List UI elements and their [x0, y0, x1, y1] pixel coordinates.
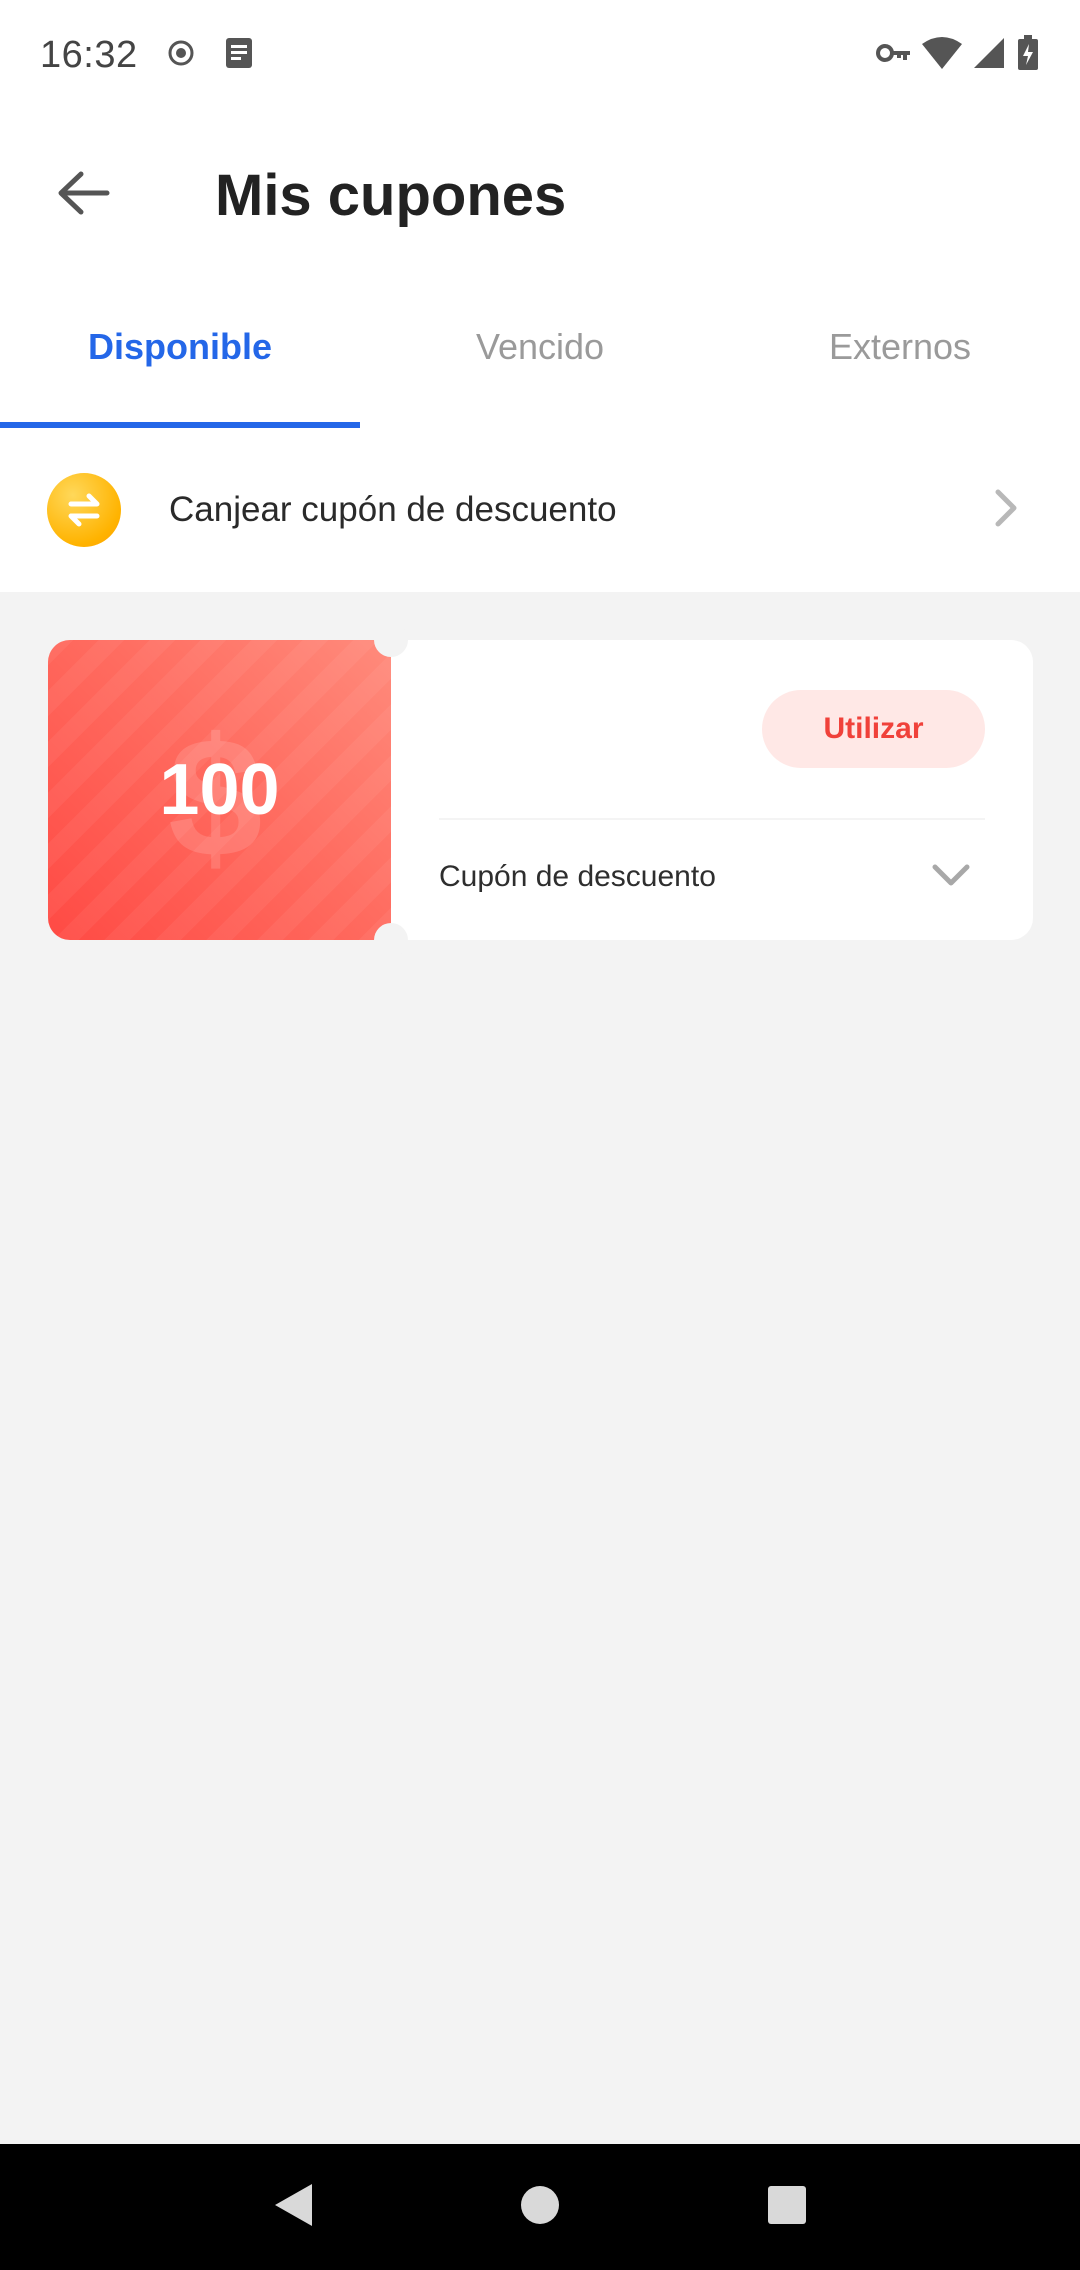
back-triangle-icon — [272, 2182, 314, 2233]
vpn-key-icon — [876, 41, 912, 70]
notes-icon — [224, 37, 254, 74]
coupon-divider — [439, 818, 985, 820]
chevron-right-icon — [994, 488, 1018, 533]
status-time: 16:32 — [40, 33, 138, 76]
status-bar: 16:32 — [0, 0, 1080, 110]
app-header: Mis cupones — [0, 110, 1080, 280]
record-icon — [166, 38, 196, 73]
coupon-notch-bottom — [374, 923, 408, 957]
nav-back-button[interactable] — [248, 2162, 338, 2252]
tab-label: Externos — [828, 326, 972, 367]
tab-label: Vencido — [475, 326, 605, 367]
coupon-details-panel: Utilizar Cupón de descuento — [391, 640, 1033, 940]
back-button[interactable] — [23, 135, 143, 255]
coupon-type-label: Cupón de descuento — [439, 860, 716, 893]
chevron-down-icon[interactable] — [931, 862, 971, 893]
coupon-value-panel: $ 100 — [48, 640, 391, 940]
tab-vencido[interactable]: Vencido — [360, 280, 720, 428]
status-left-icons — [166, 37, 254, 74]
status-right-icons — [876, 34, 1040, 76]
nav-recents-button[interactable] — [742, 2162, 832, 2252]
coupon-notch-top — [374, 623, 408, 657]
page-title: Mis cupones — [215, 162, 567, 228]
use-coupon-button[interactable]: Utilizar — [762, 690, 985, 768]
redeem-coupon-row[interactable]: Canjear cupón de descuento — [0, 428, 1080, 592]
system-nav-bar — [0, 2144, 1080, 2270]
coupon-amount: 100 — [159, 750, 280, 830]
exchange-coin-icon — [47, 473, 121, 547]
coupon-card: $ 100 Utilizar Cupón de descuento — [48, 623, 1033, 957]
tab-disponible[interactable]: Disponible — [0, 280, 360, 428]
wifi-icon — [922, 36, 962, 75]
signal-icon — [972, 36, 1006, 75]
battery-icon — [1016, 34, 1040, 76]
arrow-left-icon — [55, 168, 111, 223]
tab-externos[interactable]: Externos — [720, 280, 1080, 428]
tab-label: Disponible — [87, 326, 272, 367]
nav-home-button[interactable] — [495, 2162, 585, 2252]
recents-square-icon — [767, 2185, 807, 2230]
redeem-label: Canjear cupón de descuento — [169, 490, 617, 529]
home-circle-icon — [520, 2185, 560, 2230]
screen: 16:32 Mis cupones Disponible Vencido Ext… — [0, 0, 1080, 2270]
tab-bar: Disponible Vencido Externos — [0, 280, 1080, 428]
